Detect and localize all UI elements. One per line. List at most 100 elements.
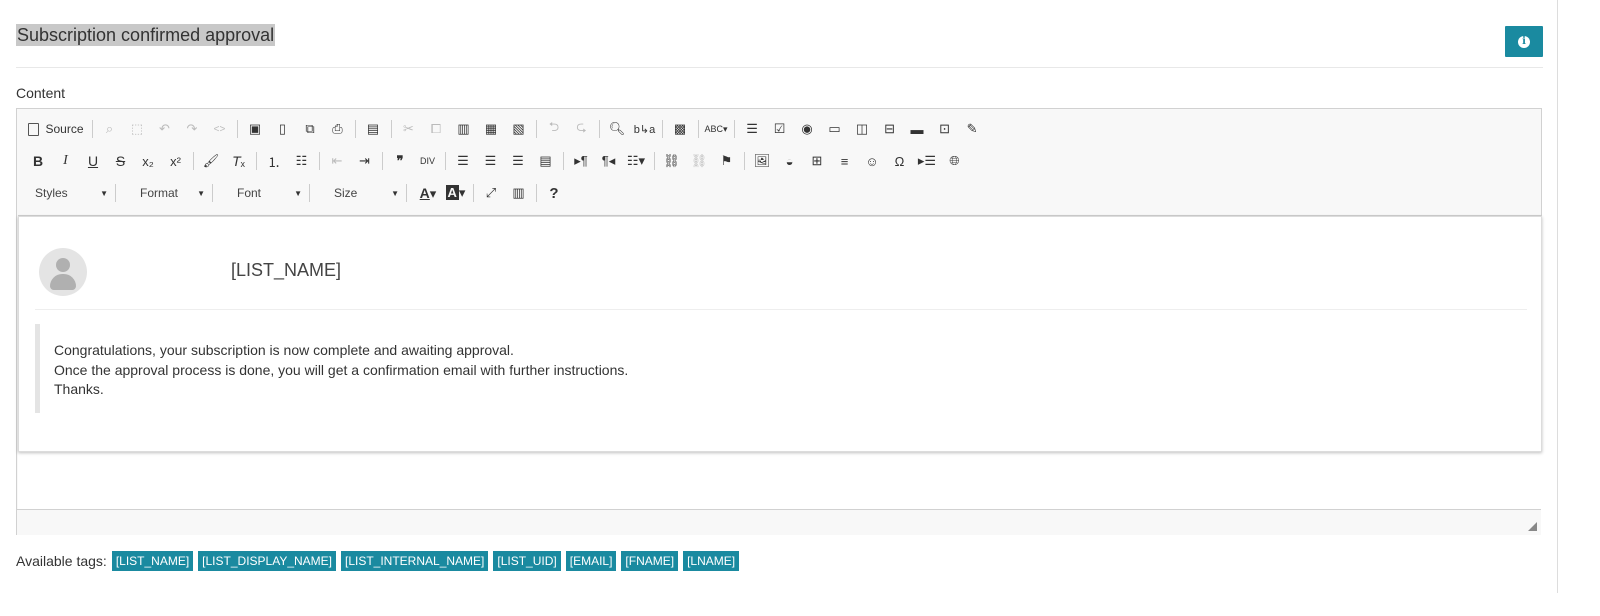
maximize-button[interactable]: ⤢ <box>480 182 502 204</box>
info-button[interactable]: i <box>1505 26 1543 57</box>
div-container-button[interactable]: DIV <box>417 150 439 172</box>
tag-list-name[interactable]: [LIST_NAME] <box>111 551 194 571</box>
table-button[interactable]: ⊞ <box>806 150 828 172</box>
link-button[interactable]: ⛓︎ <box>661 150 683 172</box>
copy-button[interactable]: ⧠ <box>425 118 447 140</box>
italic-button[interactable]: I <box>55 150 77 172</box>
justify-button[interactable]: ▤ <box>535 150 557 172</box>
avatar <box>39 248 87 296</box>
new-page-button[interactable]: ▯ <box>272 118 294 140</box>
size-combo[interactable]: Size ▼ <box>316 183 405 203</box>
preview-button[interactable]: ⧉ <box>299 118 321 140</box>
tag-list-display-name[interactable]: [LIST_DISPLAY_NAME] <box>198 551 336 571</box>
show-blocks-button[interactable]: ▥ <box>508 182 530 204</box>
save-button[interactable]: ▣ <box>244 118 266 140</box>
preview-icon: ⧉ <box>305 121 315 136</box>
table-icon: ⊞ <box>811 153 823 168</box>
text-field-button[interactable]: ▭ <box>824 118 846 140</box>
underline-button[interactable]: U <box>82 150 104 172</box>
superscript-button[interactable]: x² <box>165 150 187 172</box>
select-field-button[interactable]: ⊟ <box>879 118 901 140</box>
paste-button[interactable]: ▥ <box>453 118 475 140</box>
ltr-button[interactable]: ▸¶ <box>570 150 592 172</box>
tag-list-uid[interactable]: [LIST_UID] <box>493 551 561 571</box>
page-break-button[interactable]: ▸☰ <box>916 150 938 172</box>
strikethrough-icon: S <box>115 153 126 169</box>
toolbar-separator <box>473 184 474 202</box>
page-title: Subscription confirmed approval <box>16 24 276 46</box>
select-all-button[interactable]: ⬚ <box>126 118 148 140</box>
text-color-button[interactable]: A▾ <box>417 182 439 204</box>
radio-button[interactable]: ◉ <box>796 118 818 140</box>
anchor-button[interactable]: ⚑ <box>716 150 738 172</box>
toolbar-separator <box>115 184 116 202</box>
align-center-button[interactable]: ☰ <box>480 150 502 172</box>
tag-fname[interactable]: [FNAME] <box>621 551 679 571</box>
undo-arrow-button[interactable]: ↶ <box>154 118 176 140</box>
textarea-button[interactable]: ◫ <box>851 118 873 140</box>
hidden-field-icon: ✎ <box>966 121 978 136</box>
find-button[interactable]: ⌕ <box>99 118 121 140</box>
special-char-button[interactable]: Ω <box>889 150 911 172</box>
toolbar-separator <box>662 120 663 138</box>
image-button[interactable]: 🖼︎ <box>751 150 773 172</box>
font-combo[interactable]: Font ▼ <box>219 183 308 203</box>
editor-footer <box>17 509 1541 535</box>
blockquote-button[interactable]: ❞ <box>389 150 411 172</box>
subscript-button[interactable]: x₂ <box>137 150 159 172</box>
tag-lname[interactable]: [LNAME] <box>683 551 740 571</box>
styles-combo[interactable]: Styles ▼ <box>17 183 114 203</box>
help-button[interactable]: ? <box>543 182 565 204</box>
checkbox-button[interactable]: ☑ <box>769 118 791 140</box>
language-button[interactable]: ☷▾ <box>625 150 647 172</box>
spellcheck-button[interactable]: ABC▾ <box>705 118 728 140</box>
horizontal-line-button[interactable]: ≡ <box>834 150 856 172</box>
rtl-button[interactable]: ¶◂ <box>598 150 620 172</box>
button-field-button[interactable]: ▬ <box>906 118 928 140</box>
align-right-button[interactable]: ☰ <box>507 150 529 172</box>
form-button[interactable]: ☰ <box>741 118 763 140</box>
select-all-block-button[interactable]: ▩ <box>669 118 691 140</box>
bulleted-list-button[interactable]: ☷ <box>291 150 313 172</box>
tag-email[interactable]: [EMAIL] <box>565 551 617 571</box>
remove-format-button[interactable]: Tₓ <box>228 150 250 172</box>
select-all-icon: ⬚ <box>130 121 144 136</box>
strikethrough-button[interactable]: S <box>110 150 132 172</box>
toolbar-separator <box>193 152 194 170</box>
copy-format-button[interactable]: 🖌︎ <box>200 150 222 172</box>
flash-button[interactable]: ◒ <box>779 150 801 172</box>
align-left-button[interactable]: ☰ <box>452 150 474 172</box>
background-color-button[interactable]: A ▾ <box>445 182 467 204</box>
replace-button[interactable]: b↳a <box>634 118 656 140</box>
decrease-indent-button[interactable]: ⇤ <box>326 150 348 172</box>
resize-handle-icon[interactable] <box>1528 522 1537 531</box>
toolbar-separator <box>355 120 356 138</box>
list-name-heading: [LIST_NAME] <box>231 260 342 280</box>
redo-button[interactable]: ⮎ <box>571 118 593 140</box>
unlink-button[interactable]: ⛓︎ <box>688 150 710 172</box>
paste-text-button[interactable]: ▦ <box>480 118 502 140</box>
help-icon: ? <box>549 184 559 202</box>
redo-arrow-button[interactable]: ↷ <box>181 118 203 140</box>
search-button[interactable]: 🔍︎ <box>606 118 628 140</box>
numbered-list-button[interactable]: ⒈ <box>263 150 285 172</box>
hidden-field-button[interactable]: ✎ <box>961 118 983 140</box>
smiley-button[interactable]: ☺ <box>861 150 883 172</box>
cut-button[interactable]: ✂ <box>398 118 420 140</box>
paste-word-button[interactable]: ▧ <box>508 118 530 140</box>
format-combo[interactable]: Format ▼ <box>122 183 211 203</box>
tag-list-internal-name[interactable]: [LIST_INTERNAL_NAME] <box>341 551 489 571</box>
image-button-field-button[interactable]: ⊡ <box>934 118 956 140</box>
print-button[interactable]: ⎙ <box>327 118 349 140</box>
increase-indent-button[interactable]: ⇥ <box>354 150 376 172</box>
undo-button[interactable]: ⮌ <box>543 118 565 140</box>
iframe-button[interactable]: 🌐︎ <box>944 150 966 172</box>
image-icon: 🖼︎ <box>753 153 771 168</box>
chevron-down-icon: ▼ <box>100 188 108 198</box>
templates-button[interactable]: ▤ <box>362 118 384 140</box>
button-icon: ▬ <box>910 121 924 137</box>
message-line: Once the approval process is done, you w… <box>54 361 629 378</box>
bold-button[interactable]: B <box>27 150 49 172</box>
code-button[interactable]: <> <box>209 118 231 140</box>
source-button[interactable]: Source <box>27 118 85 140</box>
